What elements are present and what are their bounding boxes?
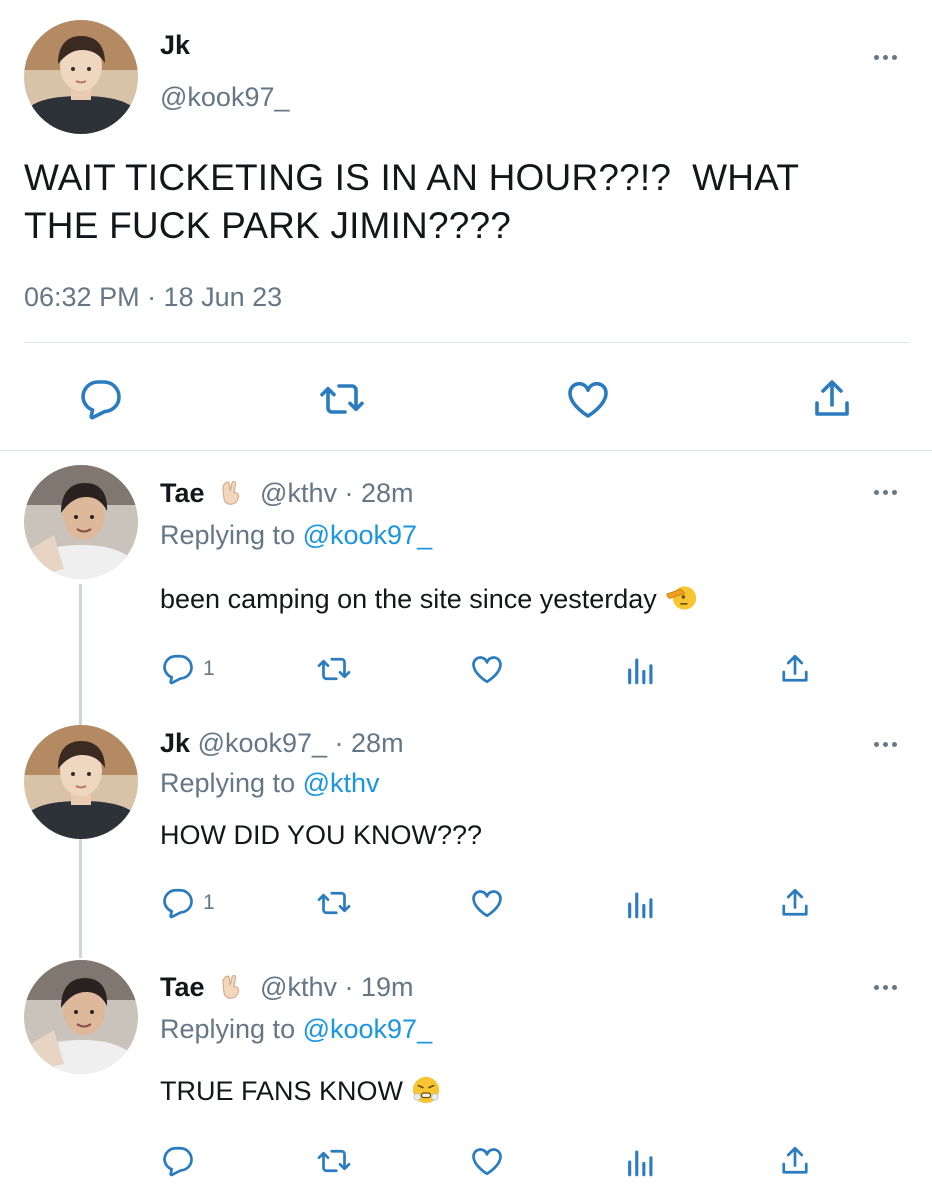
replying-to-link[interactable]: @kthv bbox=[303, 768, 380, 798]
tweet-text: WAIT TICKETING IS IN AN HOUR??!? WHAT TH… bbox=[24, 154, 799, 250]
avatar[interactable] bbox=[24, 20, 138, 134]
replying-to: Replying to @kthv bbox=[160, 768, 380, 799]
reply-icon[interactable] bbox=[160, 651, 196, 687]
steam-from-nose-emoji bbox=[411, 1075, 441, 1105]
more-options-icon[interactable] bbox=[874, 985, 897, 990]
like-icon[interactable] bbox=[469, 885, 505, 921]
saluting-face-emoji bbox=[664, 584, 698, 612]
divider bbox=[24, 342, 910, 343]
replying-to-link[interactable]: @kook97_ bbox=[303, 520, 433, 550]
replying-to-label: Replying to bbox=[160, 1014, 303, 1044]
reply-text: TRUE FANS KNOW bbox=[160, 1076, 441, 1108]
retweet-icon[interactable] bbox=[316, 1143, 352, 1179]
reply-text-content: been camping on the site since yesterday bbox=[160, 584, 657, 614]
reply-text-content: TRUE FANS KNOW bbox=[160, 1076, 404, 1106]
retweet-icon[interactable] bbox=[318, 375, 366, 423]
replying-to: Replying to @kook97_ bbox=[160, 520, 432, 551]
retweet-icon[interactable] bbox=[316, 885, 352, 921]
retweet-icon[interactable] bbox=[316, 651, 352, 687]
reply-text: HOW DID YOU KNOW??? bbox=[160, 820, 483, 850]
reply-header: Jk @kook97_ · 28m bbox=[160, 728, 404, 759]
author-name[interactable]: Tae bbox=[160, 478, 205, 508]
tweet-text-line-1: WAIT TICKETING IS IN AN HOUR??!? WHAT bbox=[24, 157, 800, 198]
reply-header: Tae @kthv · 19m bbox=[160, 972, 414, 1003]
peace-hand-emoji bbox=[218, 478, 246, 506]
author-name[interactable]: Tae bbox=[160, 972, 205, 1002]
avatar[interactable] bbox=[24, 725, 138, 839]
reply-icon[interactable] bbox=[160, 885, 196, 921]
analytics-icon[interactable] bbox=[624, 1145, 658, 1179]
more-options-icon[interactable] bbox=[874, 55, 897, 60]
share-icon[interactable] bbox=[777, 1143, 813, 1179]
reply-icon[interactable] bbox=[77, 375, 125, 423]
reply-icon[interactable] bbox=[160, 1143, 196, 1179]
peace-hand-emoji bbox=[218, 972, 246, 1000]
replying-to-label: Replying to bbox=[160, 520, 303, 550]
tweet-text-line-2: THE FUCK PARK JIMIN???? bbox=[24, 205, 512, 246]
replying-to-label: Replying to bbox=[160, 768, 303, 798]
replying-to: Replying to @kook97_ bbox=[160, 1014, 432, 1045]
like-icon[interactable] bbox=[469, 651, 505, 687]
reply-count: 1 bbox=[203, 891, 215, 914]
avatar-image bbox=[24, 465, 138, 579]
avatar-image bbox=[24, 960, 138, 1074]
reply-header: Tae @kthv · 28m bbox=[160, 478, 414, 509]
reply-meta[interactable]: @kook97_ · 28m bbox=[198, 728, 404, 758]
analytics-icon[interactable] bbox=[624, 887, 658, 921]
share-icon[interactable] bbox=[777, 885, 813, 921]
reply-count: 1 bbox=[203, 657, 215, 680]
like-icon[interactable] bbox=[564, 375, 612, 423]
analytics-icon[interactable] bbox=[624, 653, 658, 687]
replying-to-link[interactable]: @kook97_ bbox=[303, 1014, 433, 1044]
author-name[interactable]: Jk bbox=[160, 30, 190, 61]
author-name[interactable]: Jk bbox=[160, 728, 190, 758]
more-options-icon[interactable] bbox=[874, 490, 897, 495]
tweet-timestamp[interactable]: 06:32 PM · 18 Jun 23 bbox=[24, 282, 282, 313]
share-icon[interactable] bbox=[777, 651, 813, 687]
reply-meta[interactable]: @kthv · 19m bbox=[260, 972, 413, 1002]
author-handle[interactable]: @kook97_ bbox=[160, 82, 290, 113]
like-icon[interactable] bbox=[469, 1143, 505, 1179]
avatar[interactable] bbox=[24, 465, 138, 579]
avatar-image bbox=[24, 20, 138, 134]
share-icon[interactable] bbox=[808, 375, 856, 423]
reply-meta[interactable]: @kthv · 28m bbox=[260, 478, 413, 508]
divider bbox=[0, 450, 932, 451]
reply-text: been camping on the site since yesterday bbox=[160, 584, 698, 615]
avatar[interactable] bbox=[24, 960, 138, 1074]
avatar-image bbox=[24, 725, 138, 839]
more-options-icon[interactable] bbox=[874, 742, 897, 747]
